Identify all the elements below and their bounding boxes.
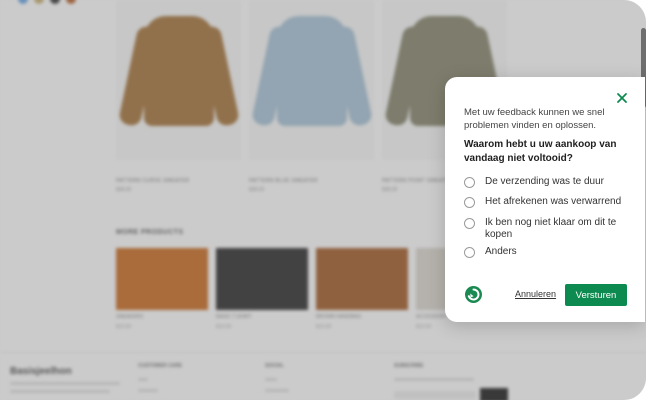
close-icon[interactable] <box>615 91 629 105</box>
app-window: PATTERN CURVE SWEATER $38,00 PATTERN BLU… <box>0 0 646 400</box>
radio-button[interactable] <box>464 177 475 188</box>
cancel-button[interactable]: Annuleren <box>515 289 556 299</box>
option-shipping-too-expensive[interactable]: De verzending was te duur <box>464 176 635 188</box>
feedback-question: Waarom hebt u uw aankoop van vandaag nie… <box>464 139 617 164</box>
option-label: Ik ben nog niet klaar om dit te kopen <box>485 217 617 240</box>
option-not-ready[interactable]: Ik ben nog niet klaar om dit te kopen <box>464 217 635 241</box>
option-other[interactable]: Anders <box>464 246 635 258</box>
feedback-intro: Met uw feedback kunnen we snel problemen… <box>464 107 605 131</box>
brand-logo-icon <box>465 286 482 303</box>
radio-button[interactable] <box>464 218 475 229</box>
radio-button[interactable] <box>464 197 475 208</box>
option-label: De verzending was te duur <box>485 176 604 187</box>
radio-button[interactable] <box>464 247 475 258</box>
option-label: Het afrekenen was verwarrend <box>485 196 622 207</box>
option-label: Anders <box>485 246 517 257</box>
submit-button[interactable]: Versturen <box>565 284 627 306</box>
option-checkout-confusing[interactable]: Het afrekenen was verwarrend <box>464 196 635 208</box>
feedback-dialog: Met uw feedback kunnen we snel problemen… <box>445 77 645 322</box>
